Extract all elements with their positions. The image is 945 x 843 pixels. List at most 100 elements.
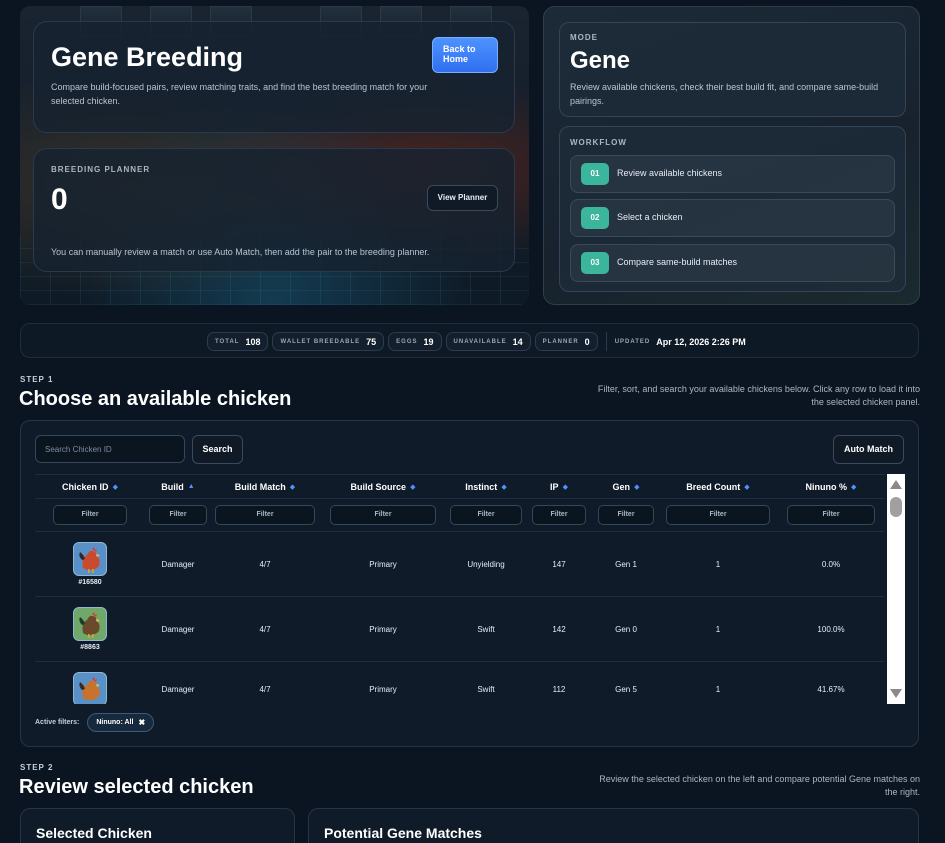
auto-match-button[interactable]: Auto Match bbox=[833, 435, 904, 464]
planner-note: You can manually review a match or use A… bbox=[51, 247, 430, 257]
table-row[interactable]: #16580 Damager 4/7 Primary Unyielding 14… bbox=[35, 532, 885, 597]
scroll-down-arrow-icon[interactable] bbox=[890, 689, 902, 698]
chicken-id-cell[interactable]: #16580 bbox=[35, 532, 145, 596]
stat-label: EGGS bbox=[396, 338, 418, 345]
workflow-step: 02 Select a chicken bbox=[570, 199, 895, 237]
selected-chicken-title: Selected Chicken bbox=[36, 825, 152, 841]
filter-instinct[interactable]: Filter bbox=[450, 505, 522, 525]
col-header-breed-count[interactable]: Breed Count ◆ bbox=[659, 475, 777, 498]
stat-label: PLANNER bbox=[542, 338, 579, 345]
section-hint: Review the selected chicken on the left … bbox=[599, 774, 920, 797]
filter-row: Filter Filter Filter Filter Filter Filte… bbox=[35, 499, 885, 532]
page-subtitle: Compare build-focused pairs, review matc… bbox=[51, 82, 428, 106]
filter-breed-count[interactable]: Filter bbox=[666, 505, 770, 525]
step-label: STEP 1 bbox=[20, 375, 54, 384]
build-source-cell: Primary bbox=[369, 685, 397, 694]
rooster-icon bbox=[79, 612, 100, 638]
active-filters-label: Active filters: bbox=[35, 719, 80, 726]
filter-chip-label: Ninuno: All bbox=[96, 719, 134, 726]
back-to-home-button[interactable]: Back to Home bbox=[432, 37, 498, 73]
search-button[interactable]: Search bbox=[192, 435, 243, 464]
sort-icon: ◆ bbox=[744, 483, 750, 491]
section-title: Review selected chicken bbox=[19, 776, 254, 798]
filter-chip-ninuno[interactable]: Ninuno: All ✖ bbox=[87, 713, 155, 732]
sort-icon: ◆ bbox=[851, 483, 857, 491]
chicken-id-cell[interactable]: #8863 bbox=[35, 597, 145, 661]
view-planner-button[interactable]: View Planner bbox=[427, 185, 498, 211]
col-header-build-source[interactable]: Build Source ◆ bbox=[319, 475, 447, 498]
chicken-table: Chicken ID ◆ Build ▲ Build Match ◆ Build So… bbox=[35, 474, 885, 704]
potential-matches-panel: Potential Gene Matches bbox=[308, 808, 919, 843]
instinct-cell: Swift bbox=[477, 685, 495, 694]
stat-label: WALLET BREEDABLE bbox=[280, 338, 361, 345]
scroll-up-arrow-icon[interactable] bbox=[890, 480, 902, 489]
build-source-cell: Primary bbox=[369, 559, 397, 569]
gen-cell: Gen 5 bbox=[615, 685, 637, 694]
mode-value: Gene bbox=[570, 47, 631, 74]
col-header-ip[interactable]: IP ◆ bbox=[525, 475, 593, 498]
page-title: Gene Breeding bbox=[51, 42, 244, 72]
build-match-cell: 4/7 bbox=[259, 559, 271, 569]
rooster-icon bbox=[79, 547, 100, 573]
filter-build[interactable]: Filter bbox=[149, 505, 207, 525]
instinct-cell: Swift bbox=[477, 624, 495, 634]
planner-count: 0 bbox=[51, 183, 68, 216]
mode-card: MODE Gene Review available chickens, che… bbox=[559, 22, 906, 117]
selected-chicken-panel: Selected Chicken bbox=[20, 808, 295, 843]
step-text: Review available chickens bbox=[617, 168, 723, 178]
col-header-build-match[interactable]: Build Match ◆ bbox=[211, 475, 319, 498]
workflow-step: 01 Review available chickens bbox=[570, 155, 895, 193]
workflow-step: 03 Compare same-build matches bbox=[570, 244, 895, 282]
filter-ninuno[interactable]: Filter bbox=[787, 505, 875, 525]
search-input[interactable] bbox=[35, 435, 185, 463]
chicken-id-cell[interactable]: #7021 bbox=[35, 662, 145, 704]
mode-description: Review available chickens, check their b… bbox=[570, 82, 879, 106]
stat-updated: UPDATED Apr 12, 2026 2:26 PM bbox=[605, 332, 746, 351]
col-header-ninuno[interactable]: Ninuno % ◆ bbox=[777, 475, 885, 498]
table-scrollbar[interactable] bbox=[887, 474, 905, 704]
section-title: Choose an available chicken bbox=[19, 388, 292, 410]
build-cell: Damager bbox=[161, 559, 195, 569]
sort-icon: ◆ bbox=[289, 483, 296, 491]
filter-gen[interactable]: Filter bbox=[598, 505, 654, 525]
sort-icon: ◆ bbox=[501, 483, 507, 491]
stat-value: 19 bbox=[423, 336, 434, 347]
step-number-badge: 02 bbox=[581, 207, 609, 229]
table-row[interactable]: #8863 Damager 4/7 Primary Swift 142 Gen … bbox=[35, 597, 885, 662]
breeding-planner-card: BREEDING PLANNER 0 View Planner You can … bbox=[33, 148, 515, 272]
breed-count-cell: 1 bbox=[715, 559, 721, 569]
build-match-cell: 4/7 bbox=[259, 685, 271, 694]
filter-build-match[interactable]: Filter bbox=[215, 505, 315, 525]
col-header-gen[interactable]: Gen ◆ bbox=[593, 475, 659, 498]
ip-cell: 142 bbox=[552, 624, 566, 634]
sort-icon: ◆ bbox=[634, 483, 640, 491]
step-number-badge: 01 bbox=[581, 163, 609, 185]
filter-chicken-id[interactable]: Filter bbox=[53, 505, 127, 525]
build-match-cell: 4/7 bbox=[259, 624, 271, 634]
scroll-thumb[interactable] bbox=[890, 497, 902, 517]
col-header-instinct[interactable]: Instinct ◆ bbox=[447, 475, 525, 498]
step-text: Compare same-build matches bbox=[617, 257, 738, 267]
rooster-icon bbox=[79, 677, 100, 701]
filter-ip[interactable]: Filter bbox=[532, 505, 586, 525]
stat-label: UNAVAILABLE bbox=[453, 338, 507, 345]
stat-unavailable: UNAVAILABLE 14 bbox=[445, 332, 531, 351]
chicken-id: #8863 bbox=[80, 644, 100, 651]
table-row[interactable]: #7021 Damager 4/7 Primary Swift 112 Gen … bbox=[35, 662, 885, 704]
col-header-build[interactable]: Build ▲ bbox=[145, 475, 211, 498]
step-text: Select a chicken bbox=[617, 212, 683, 222]
stat-planner: PLANNER 0 bbox=[534, 332, 598, 351]
close-icon[interactable]: ✖ bbox=[138, 718, 145, 727]
chicken-table-panel: Search Auto Match Chicken ID◆ Build▲ Bui… bbox=[20, 420, 919, 747]
potential-matches-title: Potential Gene Matches bbox=[324, 825, 482, 841]
col-header-chicken-id[interactable]: Chicken ID ◆ bbox=[35, 475, 145, 498]
table-header: Chicken ID ◆ Build ▲ Build Match ◆ Build So… bbox=[35, 475, 885, 499]
stat-label: UPDATED bbox=[614, 338, 651, 345]
filter-build-source[interactable]: Filter bbox=[330, 505, 436, 525]
stats-bar: TOTAL 108 WALLET BREEDABLE 75 EGGS 19 UN… bbox=[20, 323, 919, 358]
stat-value: 108 bbox=[245, 336, 261, 347]
chicken-avatar bbox=[73, 672, 107, 704]
mode-label: MODE bbox=[570, 33, 598, 42]
chicken-id: #16580 bbox=[78, 579, 102, 586]
sort-icon: ◆ bbox=[562, 483, 568, 491]
